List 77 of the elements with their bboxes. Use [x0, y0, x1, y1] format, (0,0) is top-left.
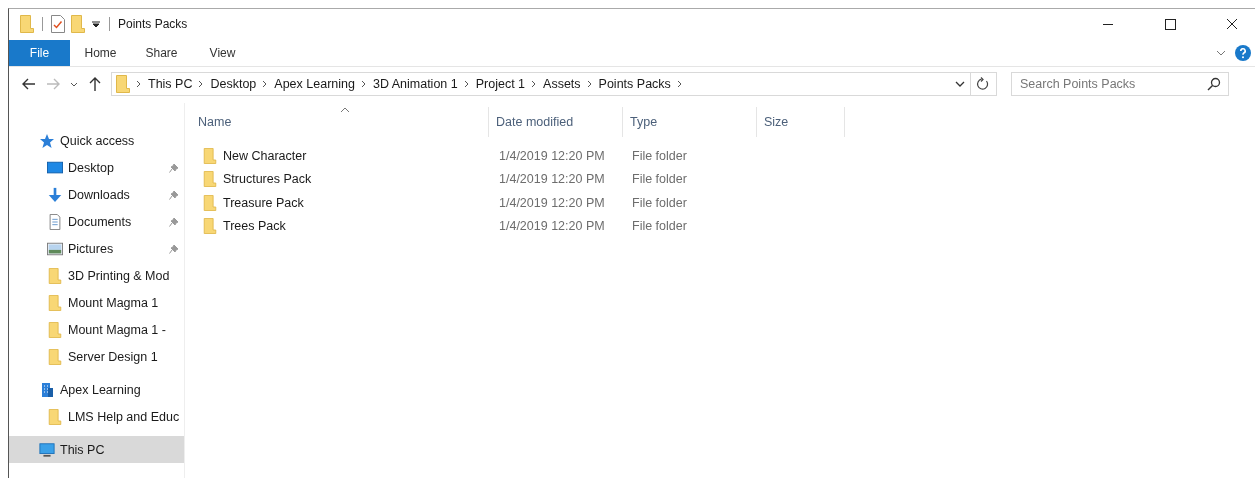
chevron-right-icon[interactable] — [359, 79, 368, 89]
pin-icon[interactable] — [169, 216, 179, 227]
address-bar[interactable]: This PC Desktop Apex Learning 3D Animation 1 Project 1 Assets Points Packs — [111, 72, 997, 96]
properties-icon[interactable] — [51, 15, 65, 33]
breadcrumb-item[interactable]: 3D Animation 1 — [372, 77, 458, 91]
sidebar-item[interactable]: LMS Help and Educ — [9, 403, 184, 430]
sidebar-item[interactable]: Downloads — [9, 181, 184, 208]
breadcrumb-item[interactable]: This PC — [148, 77, 193, 91]
pin-icon[interactable] — [169, 162, 179, 173]
sidebar-item[interactable]: 3D Printing & Mod — [9, 262, 184, 289]
breadcrumb-item[interactable]: Project 1 — [475, 77, 526, 91]
column-header[interactable]: Type — [623, 107, 757, 137]
column-header[interactable]: Date modified — [489, 107, 623, 137]
type-cell-text: File folder — [631, 195, 688, 210]
sidebar-item[interactable]: Mount Magma 1 — [9, 289, 184, 316]
folder-icon — [47, 348, 63, 365]
sidebar-item[interactable]: Desktop — [9, 154, 184, 181]
download-arrow-icon — [47, 186, 63, 203]
pin-icon[interactable] — [169, 189, 179, 200]
sidebar-item[interactable]: Mount Magma 1 - — [9, 316, 184, 343]
picture-icon — [47, 240, 63, 257]
computer-icon — [39, 441, 55, 458]
folder-icon — [47, 408, 63, 425]
file-name[interactable]: Trees Pack — [223, 219, 286, 234]
sidebar-item[interactable]: Pictures — [9, 235, 184, 262]
file-name[interactable]: Structures Pack — [223, 172, 312, 187]
sidebar-item[interactable]: Server Design 1 — [9, 343, 184, 370]
date-cell-text: 1/4/2019 12:20 PM — [498, 195, 606, 210]
type-cell-text: File folder — [631, 148, 688, 163]
breadcrumb-item[interactable]: Points Packs — [598, 77, 671, 91]
search-field[interactable]: Search Points Packs — [1011, 72, 1229, 96]
sidebar-item[interactable]: Quick access — [9, 127, 184, 154]
folder-icon — [202, 218, 218, 235]
folder-icon — [116, 75, 130, 93]
up-arrow-icon[interactable] — [87, 76, 103, 92]
document-icon — [47, 213, 63, 230]
date-cell-text: 1/4/2019 12:20 PM — [498, 219, 606, 234]
ribbon-tab[interactable]: Home — [70, 40, 131, 66]
column-header[interactable]: Size — [757, 107, 845, 137]
chevron-right-icon[interactable] — [135, 79, 143, 89]
sidebar-item[interactable]: Documents — [9, 208, 184, 235]
search-icon — [1207, 77, 1221, 91]
chevron-right-icon[interactable] — [585, 79, 594, 89]
sidebar-item[interactable]: This PC — [9, 436, 184, 463]
sidebar-item[interactable]: Apex Learning — [9, 376, 184, 403]
customize-caret-icon[interactable] — [91, 19, 101, 29]
ribbon-tab[interactable]: Share — [131, 40, 192, 66]
star-icon — [39, 132, 55, 149]
back-arrow-icon[interactable] — [21, 76, 37, 92]
breadcrumb-item[interactable]: Apex Learning — [274, 77, 355, 91]
dropdown-caret-icon[interactable] — [955, 79, 965, 89]
window-title: Points Packs — [118, 17, 188, 31]
file-name[interactable]: Treasure Pack — [223, 195, 304, 210]
desktop-icon — [47, 159, 63, 176]
folder-icon — [47, 267, 63, 284]
help-icon[interactable] — [1235, 45, 1251, 61]
ribbon-tab[interactable]: View — [192, 40, 253, 66]
refresh-icon[interactable] — [976, 77, 990, 91]
date-cell-text: 1/4/2019 12:20 PM — [498, 148, 606, 163]
pin-icon[interactable] — [169, 243, 179, 254]
folder-icon — [47, 321, 63, 338]
type-cell-text: File folder — [631, 172, 688, 187]
chevron-right-icon[interactable] — [462, 79, 471, 89]
chevron-right-icon[interactable] — [675, 79, 684, 89]
sort-caret-icon — [340, 107, 350, 113]
breadcrumb-item[interactable]: Desktop — [210, 77, 257, 91]
type-cell-text: File folder — [631, 219, 688, 234]
folder-icon — [202, 194, 218, 211]
date-cell-text: 1/4/2019 12:20 PM — [498, 172, 606, 187]
folder-icon — [47, 294, 63, 311]
folder-icon — [202, 171, 218, 188]
building-icon — [39, 381, 55, 398]
folder-icon — [202, 147, 218, 164]
file-name[interactable]: New Character — [223, 148, 307, 163]
ribbon-tab[interactable]: File — [9, 40, 70, 66]
column-header[interactable]: Name — [185, 107, 489, 137]
breadcrumb-item[interactable]: Assets — [543, 77, 581, 91]
